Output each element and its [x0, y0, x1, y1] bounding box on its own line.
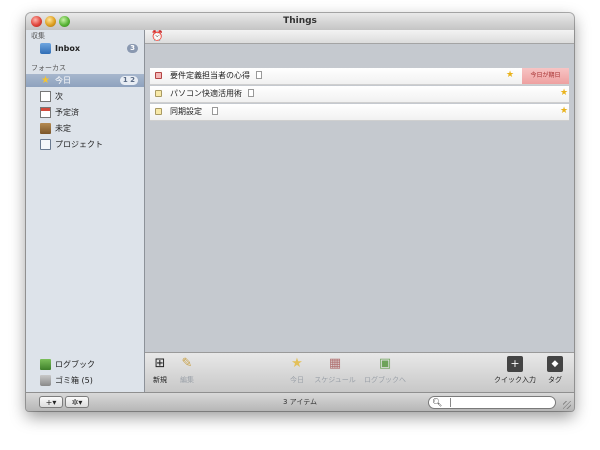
tag-button-label: タグ: [548, 376, 562, 384]
box-icon: [40, 123, 51, 134]
task-list: 要件定義担当者の心得 ★ 今日が期日 パソコン快適活用術 ★ 同期設定 ★: [145, 44, 574, 352]
sidebar-item-label: 今日: [55, 76, 71, 85]
quick-entry-label: クイック入力: [494, 376, 536, 384]
sidebar-item-scheduled[interactable]: 予定済: [26, 106, 144, 119]
new-button-label: 新規: [153, 376, 167, 384]
status-bar: +▾ ✲▾ 3 アイテム 🔍︎: [26, 392, 574, 411]
task-checkbox[interactable]: [155, 90, 162, 97]
task-title[interactable]: パソコン快適活用術: [170, 89, 242, 99]
task-checkbox[interactable]: [155, 72, 162, 79]
sidebar-item-label: 次: [55, 92, 63, 101]
edit-button[interactable]: ✎ 編集: [175, 356, 199, 385]
star-icon: ★: [291, 356, 303, 371]
resize-grip[interactable]: [563, 401, 571, 409]
today-button[interactable]: ★ 今日: [285, 356, 309, 385]
task-row[interactable]: パソコン快適活用術 ★: [150, 86, 569, 103]
schedule-button-label: スケジュール: [314, 376, 356, 384]
window-title: Things: [283, 16, 317, 26]
today-button-label: 今日: [290, 376, 304, 384]
inbox-count-badge: 3: [127, 44, 138, 53]
schedule-button[interactable]: ▦ スケジュール: [312, 356, 358, 385]
sidebar-item-label: ゴミ箱 (5): [55, 376, 93, 385]
new-item-icon: ⊞: [154, 356, 166, 371]
task-title[interactable]: 要件定義担当者の心得: [170, 71, 250, 81]
search-divider: [450, 398, 451, 407]
calendar-icon: ▦: [328, 356, 342, 371]
logbook-icon: ▣: [378, 356, 392, 371]
today-count-badge: 1 2: [119, 76, 138, 85]
main-header: ⏰: [145, 30, 574, 44]
trash-icon: [40, 375, 51, 386]
task-title[interactable]: 同期設定: [170, 107, 202, 117]
star-icon[interactable]: ★: [560, 87, 568, 99]
sidebar: 収集 Inbox 3 フォーカス ★ 今日 1 2 次 予定済 未定 プロジェク…: [26, 30, 145, 392]
sidebar-item-someday[interactable]: 未定: [26, 122, 144, 135]
sidebar-item-projects[interactable]: プロジェクト: [26, 138, 144, 151]
sidebar-item-label: プロジェクト: [55, 140, 103, 149]
star-icon[interactable]: ★: [506, 69, 514, 81]
bottom-toolbar: ⊞ 新規 ✎ 編集 ★ 今日 ▦ スケジュール ▣ ログブックへ + クイック入…: [145, 352, 574, 393]
star-icon: ★: [41, 75, 50, 86]
things-window: Things 収集 Inbox 3 フォーカス ★ 今日 1 2 次 予定済 未…: [26, 13, 574, 411]
pencil-icon: ✎: [181, 356, 193, 371]
sidebar-item-label: 未定: [55, 124, 71, 133]
quick-entry-button[interactable]: + クイック入力: [491, 356, 539, 385]
note-icon: [256, 71, 262, 79]
inbox-icon: [40, 43, 51, 54]
logbook-icon: [40, 359, 51, 370]
task-row[interactable]: 同期設定 ★: [150, 104, 569, 121]
tag-icon: ◆: [547, 356, 563, 372]
tag-button[interactable]: ◆ タグ: [544, 356, 566, 385]
star-icon[interactable]: ★: [560, 105, 568, 117]
plus-icon: +: [507, 356, 523, 372]
sidebar-item-label: Inbox: [55, 44, 81, 53]
note-icon: [212, 107, 218, 115]
edit-button-label: 編集: [180, 376, 194, 384]
sidebar-item-trash[interactable]: ゴミ箱 (5): [26, 374, 144, 387]
sidebar-item-logbook[interactable]: ログブック: [26, 358, 144, 371]
calendar-icon: [40, 107, 51, 118]
title-bar[interactable]: Things: [26, 13, 574, 31]
sidebar-item-label: ログブック: [55, 360, 95, 369]
sidebar-item-next[interactable]: 次: [26, 90, 144, 103]
new-button[interactable]: ⊞ 新規: [149, 356, 171, 385]
task-row[interactable]: 要件定義担当者の心得 ★ 今日が期日: [150, 68, 569, 85]
note-icon: [248, 89, 254, 97]
next-list-icon: [40, 91, 51, 102]
move-to-logbook-label: ログブックへ: [364, 376, 406, 384]
sidebar-item-label: 予定済: [55, 108, 79, 117]
sidebar-header-collect: 収集: [31, 32, 45, 40]
sidebar-item-inbox[interactable]: Inbox 3: [26, 42, 144, 55]
sidebar-header-focus: フォーカス: [31, 64, 66, 72]
magnifier-icon[interactable]: 🔍︎: [432, 397, 442, 408]
project-folder-icon: [40, 139, 51, 150]
search-field[interactable]: 🔍︎: [428, 396, 556, 409]
move-to-logbook-button[interactable]: ▣ ログブックへ: [361, 356, 409, 385]
task-checkbox[interactable]: [155, 108, 162, 115]
sidebar-item-today[interactable]: ★ 今日 1 2: [26, 74, 144, 87]
due-date-badge: 今日が期日: [522, 68, 569, 84]
alarm-clock-icon[interactable]: ⏰: [151, 30, 163, 43]
